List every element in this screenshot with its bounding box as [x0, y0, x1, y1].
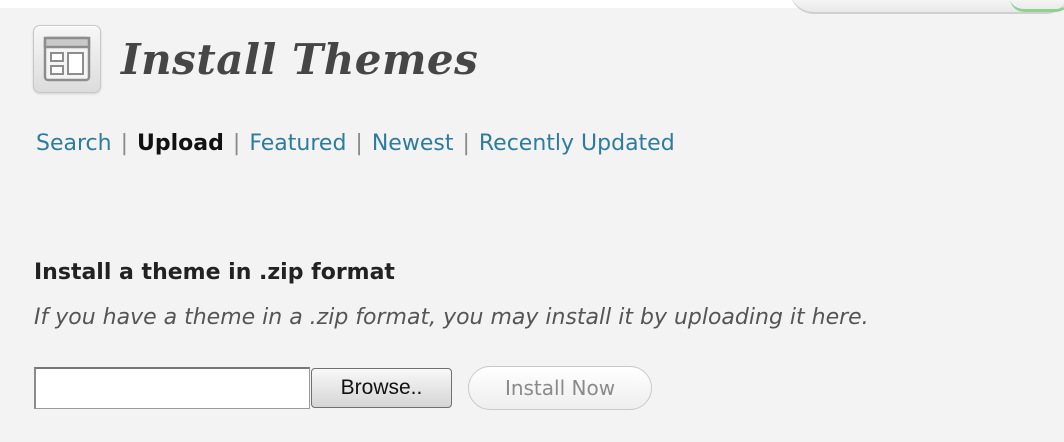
subnav-featured-link[interactable]: Featured: [249, 131, 346, 156]
header-corner-accent: [1010, 0, 1064, 12]
subnav-newest-link[interactable]: Newest: [372, 131, 454, 156]
upload-section-description: If you have a theme in a .zip format, yo…: [34, 305, 869, 330]
theme-install-subnav: Search | Upload | Featured | Newest | Recently U…: [36, 131, 675, 156]
themes-layout-icon: [33, 25, 101, 93]
theme-file-input[interactable]: [34, 367, 310, 409]
install-themes-page: Install Themes Search | Upload | Featured | Ne…: [0, 0, 1064, 442]
themes-layout-icon-graphic: [43, 36, 91, 82]
subnav-separator: |: [120, 131, 129, 156]
page-title: Install Themes: [121, 34, 479, 84]
subnav-separator: |: [355, 131, 363, 156]
upload-form: Browse.. Install Now: [34, 366, 652, 410]
browse-button[interactable]: Browse..: [311, 368, 452, 408]
install-now-button[interactable]: Install Now: [468, 366, 652, 410]
header-corner-decoration: [790, 0, 1064, 14]
subnav-recently-updated-link[interactable]: Recently Updated: [479, 131, 675, 156]
subnav-upload-link[interactable]: Upload: [137, 131, 224, 156]
upload-section-title: Install a theme in .zip format: [34, 260, 395, 285]
subnav-separator: |: [462, 131, 470, 156]
page-header: Install Themes: [33, 24, 478, 94]
subnav-separator: |: [232, 131, 241, 156]
subnav-search-link[interactable]: Search: [36, 131, 112, 156]
